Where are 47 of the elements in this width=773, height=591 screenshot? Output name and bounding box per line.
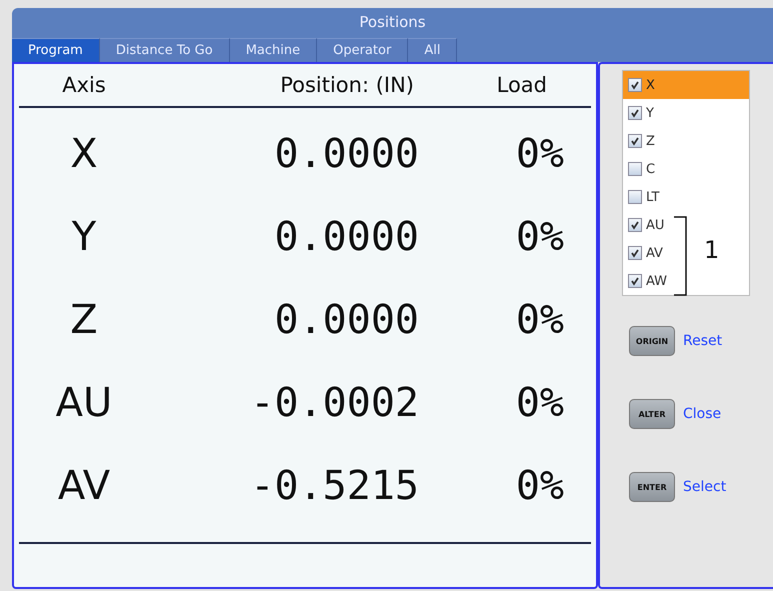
checkbox[interactable] [628,218,642,232]
axis-name: AU [54,380,114,426]
load-value: 0% [514,462,564,508]
checkbox[interactable] [628,274,642,288]
axis-name: Z [69,296,99,342]
key-action-label: Close [683,406,722,422]
axis-list-item[interactable]: Z [623,127,657,155]
axis-list-item[interactable]: X [623,71,749,99]
axis-name: AV [56,462,112,508]
checkbox[interactable] [628,106,642,120]
position-value: -0.0002 [249,380,419,426]
checkbox[interactable] [628,162,642,176]
key-button[interactable]: ORIGIN [629,326,675,356]
position-value: 0.0000 [274,130,419,176]
tab[interactable]: Program [12,38,100,62]
axis-list-item[interactable]: AW [623,267,670,295]
position-value: 0.0000 [274,296,419,342]
key-action-label: Reset [683,333,722,349]
load-value: 0% [514,214,564,260]
tab[interactable]: Distance To Go [100,38,230,62]
axis-list-item[interactable]: LT [623,183,662,211]
checkbox[interactable] [628,246,642,260]
key-action-label: Select [683,479,726,495]
checkbox[interactable] [628,78,642,92]
axis-list-item[interactable]: AV [623,239,665,267]
position-value: -0.5215 [249,462,419,508]
axis-list-item[interactable]: AU [623,211,666,239]
checkbox[interactable] [628,134,642,148]
load-value: 0% [514,130,564,176]
column-header: Axis [61,73,107,97]
axis-list-item[interactable]: C [623,155,658,183]
checkbox[interactable] [628,190,642,204]
key-button[interactable]: ENTER [629,472,675,502]
callout-number: 1 [704,236,720,264]
load-value: 0% [514,380,564,426]
key-button[interactable]: ALTER [629,399,675,429]
axis-name: Y [70,214,98,260]
tab[interactable]: All [408,38,458,62]
axis-list-item[interactable]: Y [623,99,656,127]
window-title: Positions [12,8,773,36]
position-value: 0.0000 [274,214,419,260]
tab[interactable]: Operator [317,38,408,62]
tab[interactable]: Machine [230,38,318,62]
column-header: Load [496,73,547,97]
load-value: 0% [514,296,564,342]
axis-name: X [69,130,99,176]
column-header: Position: (IN) [279,73,415,97]
